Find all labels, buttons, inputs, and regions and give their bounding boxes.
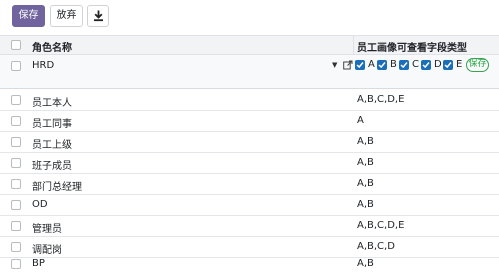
- chevron-down-icon[interactable]: ▼: [332, 61, 337, 69]
- role-name-cell: 调配岗: [32, 245, 62, 256]
- field-types-cell: A,B: [357, 178, 374, 189]
- option-d-checkbox[interactable]: [421, 60, 431, 70]
- role-name-cell: 员工同事: [32, 119, 72, 130]
- column-header-field-types[interactable]: 员工画像可查看字段类型: [357, 39, 467, 54]
- role-name-cell: OD: [32, 199, 48, 210]
- field-types-cell: A,B,C,D: [357, 241, 395, 252]
- table-row[interactable]: 员工同事 A: [0, 111, 499, 132]
- option-b-label: B: [390, 59, 397, 70]
- role-name-cell: BP: [32, 258, 45, 269]
- option-b-checkbox[interactable]: [377, 60, 387, 70]
- field-types-cell: A,B: [357, 136, 374, 147]
- option-a-checkbox[interactable]: [355, 60, 365, 70]
- table-row[interactable]: 调配岗 A,B,C,D: [0, 237, 499, 258]
- row-checkbox[interactable]: [11, 242, 21, 252]
- table-row[interactable]: 管理员 A,B,C,D,E: [0, 216, 499, 237]
- table-header: 角色名称 员工画像可查看字段类型: [0, 35, 499, 55]
- table-row[interactable]: 员工本人 A,B,C,D,E: [0, 89, 499, 111]
- row-checkbox[interactable]: [11, 95, 21, 105]
- field-types-cell: A,B,C,D,E: [357, 94, 405, 105]
- role-select-input[interactable]: HRD: [32, 60, 338, 74]
- toolbar: 保存 放弃: [0, 0, 499, 35]
- row-checkbox[interactable]: [11, 116, 21, 126]
- row-checkbox[interactable]: [11, 137, 21, 147]
- discard-button[interactable]: 放弃: [50, 5, 83, 27]
- field-types-cell: A,B: [357, 199, 374, 210]
- field-types-cell: A,B,C,D,E: [357, 220, 405, 231]
- role-name-cell: 部门总经理: [32, 182, 82, 193]
- role-name-cell: 班子成员: [32, 161, 72, 172]
- select-all-checkbox[interactable]: [11, 40, 21, 50]
- edit-row: HRD ▼ A B C D E 保存: [0, 55, 499, 89]
- row-checkbox[interactable]: [11, 158, 21, 168]
- row-save-button[interactable]: 保存: [466, 58, 489, 72]
- row-checkbox[interactable]: [11, 221, 21, 231]
- column-divider: [353, 36, 354, 55]
- row-checkbox[interactable]: [11, 200, 21, 210]
- option-a-label: A: [368, 59, 375, 70]
- row-checkbox[interactable]: [11, 61, 21, 71]
- column-header-role-name[interactable]: 角色名称: [32, 39, 72, 54]
- table-row[interactable]: OD A,B: [0, 195, 499, 216]
- option-c-label: C: [412, 59, 419, 70]
- role-name-cell: 员工上级: [32, 140, 72, 151]
- row-checkbox[interactable]: [11, 179, 21, 189]
- download-icon: [94, 10, 103, 22]
- table-row[interactable]: 员工上级 A,B: [0, 132, 499, 153]
- option-c-checkbox[interactable]: [399, 60, 409, 70]
- row-checkbox[interactable]: [11, 259, 21, 269]
- field-types-cell: A: [357, 115, 364, 126]
- table-row[interactable]: 班子成员 A,B: [0, 153, 499, 174]
- external-link-icon[interactable]: [343, 60, 353, 73]
- table-row[interactable]: BP A,B: [0, 258, 499, 272]
- option-d-label: D: [434, 59, 442, 70]
- table-row[interactable]: 部门总经理 A,B: [0, 174, 499, 195]
- download-button[interactable]: [87, 5, 109, 27]
- save-button[interactable]: 保存: [12, 5, 45, 27]
- role-select-value: HRD: [32, 60, 55, 71]
- option-e-label: E: [456, 59, 463, 70]
- role-name-cell: 员工本人: [32, 98, 72, 109]
- option-e-checkbox[interactable]: [443, 60, 453, 70]
- role-name-cell: 管理员: [32, 224, 62, 235]
- field-types-cell: A,B: [357, 157, 374, 168]
- field-types-cell: A,B: [357, 258, 374, 269]
